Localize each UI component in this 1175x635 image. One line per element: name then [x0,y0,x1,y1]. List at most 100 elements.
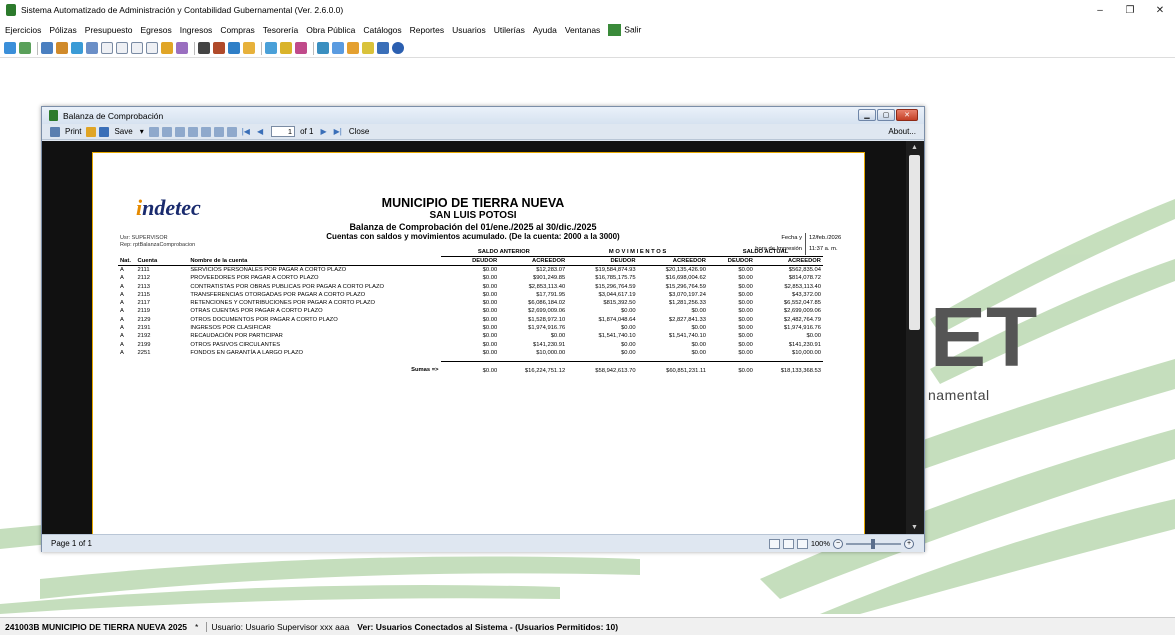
zoom-out-icon[interactable]: − [833,538,843,549]
disk-icon[interactable] [377,42,389,54]
page-layout-icon[interactable] [187,126,198,137]
scroll-up-icon[interactable]: ▲ [911,144,918,151]
clipboard-icon[interactable] [198,42,210,54]
zoom-in-icon[interactable]: + [904,538,914,549]
about-button[interactable]: About... [888,127,916,136]
doc-c-icon[interactable] [101,42,113,54]
multi-page-view-icon[interactable] [796,538,808,549]
main-toolbar [0,39,1175,58]
menu-egresos[interactable]: Egresos [141,25,172,35]
page-setup-icon[interactable] [174,126,185,137]
menu-presupuesto[interactable]: Presupuesto [85,25,133,35]
menu-reportes[interactable]: Reportes [410,25,445,35]
page-indicator: Page 1 of 1 [51,539,92,548]
refresh-icon[interactable] [4,42,16,54]
email-icon[interactable] [148,126,159,137]
two-page-view-icon[interactable] [782,538,794,549]
print-button[interactable]: Print [65,127,81,136]
cell-acreedor-act: $6,552,047.85 [783,300,821,307]
person-icon[interactable] [295,42,307,54]
next-page-icon[interactable]: ▶ [320,127,326,136]
col-nombre: Nombre de la cuenta [188,256,441,266]
edit-icon[interactable] [71,42,83,54]
viewer-vertical-scrollbar[interactable]: ▲ ▼ [906,141,924,534]
cell-acreedor-ant: $901,249.85 [532,275,566,282]
close-report-button[interactable]: Close [349,127,369,136]
maximize-button[interactable]: ❐ [1115,0,1145,20]
save-button[interactable]: Save [114,127,132,136]
report-viewer[interactable]: indetec Usr: SUPERVISOR Rep: rptBalanzaC… [42,141,906,534]
report-close-button[interactable]: ✕ [896,109,918,121]
prev-page-icon[interactable]: ◀ [257,127,263,136]
report-minimize-button[interactable]: ▁ [858,109,876,121]
doc-d-icon[interactable] [116,42,128,54]
copy-icon[interactable] [200,126,211,137]
box-icon[interactable] [243,42,255,54]
table-row: A 2129 OTROS DOCUMENTOS POR PAGAR A CORTO … [118,316,823,324]
calendar-icon[interactable] [86,42,98,54]
menu-salir[interactable]: Salir [608,23,641,36]
menu-obra-publica[interactable]: Obra Pública [306,25,355,35]
total-acreedor-ant: $16,224,751.12 [524,367,566,374]
scroll-down-icon[interactable]: ▼ [911,524,918,531]
chart-icon[interactable] [41,42,53,54]
doc-p-icon[interactable] [146,42,158,54]
cell-cuenta: 2111 [137,267,150,273]
tools-icon[interactable] [56,42,68,54]
report-window-title: Balanza de Comprobación [63,110,164,121]
view-icon[interactable] [226,126,237,137]
close-button[interactable]: ✕ [1145,0,1175,20]
cell-deudor-mov: $16,785,175.75 [595,275,636,282]
report-title: Balanza de Comprobación del 01/ene./2025… [349,222,597,232]
report-window: Balanza de Comprobación ▁ ▢ ✕ Print Save… [41,106,925,552]
cell-deudor-mov: $0.00 [621,325,636,332]
cell-acreedor-mov: $2,827,841.33 [668,316,706,323]
one-page-view-icon[interactable] [768,538,780,549]
last-page-icon[interactable]: ▶| [334,127,342,136]
report-user: Usr: SUPERVISOR [120,235,168,241]
menu-tesoreria[interactable]: Tesorería [263,25,298,35]
status-connected-users-link[interactable]: Ver: Usuarios Conectados al Sistema - (U… [357,622,618,632]
menu-usuarios[interactable]: Usuarios [452,25,486,35]
group-icon[interactable] [280,42,292,54]
menu-ejercicios[interactable]: Ejercicios [5,25,41,35]
menu-polizas[interactable]: Pólizas [49,25,76,35]
lightbulb-icon[interactable] [347,42,359,54]
report-maximize-button[interactable]: ▢ [877,109,895,121]
folder-icon[interactable] [161,42,173,54]
grid-icon[interactable] [317,42,329,54]
first-page-icon[interactable]: |◀ [242,127,250,136]
scroll-thumb[interactable] [909,155,920,330]
report-header: MUNICIPIO DE TIERRA NUEVA SAN LUIS POTOS… [293,196,653,241]
cell-cuenta: 2113 [137,283,150,290]
col-deudor-mov: DEUDOR [567,256,638,266]
find-icon[interactable] [161,126,172,137]
stamp-icon[interactable] [332,42,344,54]
menu-ayuda[interactable]: Ayuda [533,25,557,35]
minimize-button[interactable]: – [1085,0,1115,20]
cell-cuenta: 2192 [137,333,151,340]
doc-e-icon[interactable] [131,42,143,54]
menu-catalogos[interactable]: Catálogos [363,25,401,35]
book-icon[interactable] [228,42,240,54]
zoom-slider-knob[interactable] [871,538,875,549]
col-acreedor-mov: ACREEDOR [637,256,708,266]
report-icon[interactable] [265,42,277,54]
save-icon[interactable] [362,42,374,54]
menu-ingresos[interactable]: Ingresos [180,25,213,35]
menu-compras[interactable]: Compras [220,25,254,35]
menu-utilerias[interactable]: Utilerías [494,25,525,35]
page-number-input[interactable]: 1 [271,126,296,137]
save-dropdown-icon[interactable]: ▾ [140,127,144,136]
calculator-icon[interactable] [19,42,31,54]
help-icon[interactable] [392,42,404,54]
zoom-slider[interactable] [846,538,901,549]
open-icon[interactable] [86,126,97,137]
cell-cuenta: 2119 [137,308,150,315]
menu-ventanas[interactable]: Ventanas [565,25,600,35]
print-icon[interactable] [50,126,60,137]
save-icon[interactable] [99,126,110,137]
car-icon[interactable] [213,42,225,54]
pen-icon[interactable] [176,42,188,54]
zoom-icon[interactable] [213,126,224,137]
